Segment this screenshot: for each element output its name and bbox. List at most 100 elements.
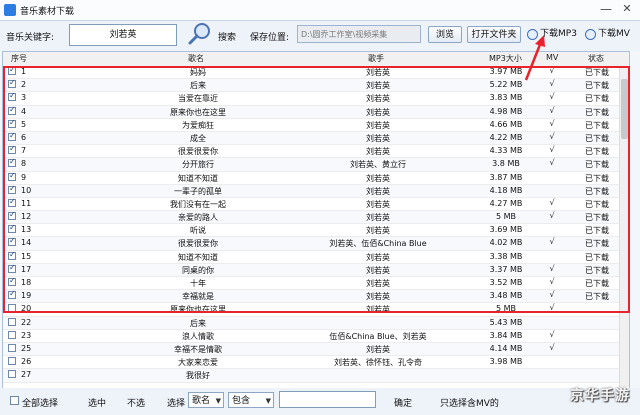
row-number: 11 xyxy=(21,198,32,208)
table-row[interactable]: 5 为爱痴狂 刘若英 4.66 MB √ 已下载 xyxy=(3,118,629,132)
mv-indicator: √ xyxy=(549,145,555,155)
search-icon[interactable] xyxy=(187,22,213,46)
row-number: 27 xyxy=(21,370,32,380)
song-name: 浪人情歌 xyxy=(182,331,214,341)
song-name: 知道不知道 xyxy=(178,252,218,262)
table-row[interactable]: 27 我很好 xyxy=(3,369,629,383)
app-icon xyxy=(4,4,16,16)
select-checked-button[interactable]: 选中 xyxy=(88,396,106,409)
minimize-button[interactable]: — xyxy=(599,3,613,16)
confirm-button[interactable]: 确定 xyxy=(394,396,412,409)
table-row[interactable]: 17 同桌的你 刘若英 3.37 MB √ 已下载 xyxy=(3,263,629,277)
row-checkbox[interactable] xyxy=(8,330,16,339)
select-none-button[interactable]: 不选 xyxy=(127,396,145,409)
only-mv-button[interactable]: 只选择含MV的 xyxy=(440,396,499,409)
row-checkbox[interactable] xyxy=(8,276,16,286)
download-status: 已下载 xyxy=(585,265,609,275)
row-checkbox[interactable] xyxy=(8,343,16,352)
table-row[interactable]: 4 原来你也在这里 刘若英 4.98 MB √ 已下载 xyxy=(3,105,629,119)
header-index[interactable]: 序号 xyxy=(11,53,27,64)
singer-name: 刘若英 xyxy=(366,133,390,143)
download-mv-button[interactable]: 下载MV xyxy=(585,26,635,43)
singer-name: 刘若英 xyxy=(366,68,390,77)
vertical-scrollbar[interactable] xyxy=(619,67,629,387)
select-all-checkbox[interactable] xyxy=(10,396,19,405)
row-number: 23 xyxy=(21,330,32,340)
row-checkbox[interactable] xyxy=(8,263,16,273)
table-row[interactable]: 19 幸福就是 刘若英 3.48 MB √ 已下载 xyxy=(3,289,629,304)
row-checkbox[interactable] xyxy=(8,197,16,207)
table-row[interactable]: 7 很爱很爱你 刘若英 4.33 MB √ 已下载 xyxy=(3,144,629,159)
singer-name: 刘若英 xyxy=(366,94,390,104)
download-status: 已下载 xyxy=(585,186,609,196)
mp3-size: 3.69 MB xyxy=(489,225,523,235)
singer-name: 刘若英、伍佰&China Blue xyxy=(329,239,427,249)
mp3-size: 3.38 MB xyxy=(489,251,523,261)
row-checkbox[interactable] xyxy=(8,210,16,221)
row-checkbox[interactable] xyxy=(8,65,16,75)
download-status: 已下载 xyxy=(585,107,609,117)
table-row[interactable]: 14 很爱很爱你 刘若英、伍佰&China Blue 4.02 MB √ 已下载 xyxy=(3,236,629,251)
field-select[interactable]: 歌名 ▼ xyxy=(188,392,224,408)
song-name: 为爱痴狂 xyxy=(182,120,214,130)
row-checkbox[interactable] xyxy=(8,144,16,155)
row-checkbox[interactable] xyxy=(8,157,16,168)
browse-button[interactable]: 浏览 xyxy=(428,26,462,43)
download-status: 已下载 xyxy=(585,292,609,302)
scrollbar-thumb[interactable] xyxy=(621,79,628,139)
table-row[interactable]: 23 浪人情歌 伍佰&China Blue、刘若英 3.84 MB √ xyxy=(3,330,629,343)
row-checkbox[interactable] xyxy=(8,78,16,89)
table-row[interactable]: 6 成全 刘若英 4.22 MB √ 已下载 xyxy=(3,131,629,146)
header-singer[interactable]: 歌手 xyxy=(368,53,384,64)
table-row[interactable]: 15 知道不知道 刘若英 3.38 MB 已下载 xyxy=(3,250,629,264)
table-row[interactable]: 18 十年 刘若英 3.52 MB √ 已下载 xyxy=(3,276,629,291)
row-checkbox[interactable] xyxy=(8,91,16,102)
row-checkbox[interactable] xyxy=(8,118,16,128)
table-row[interactable]: 11 我们没有在一起 刘若英 4.27 MB √ 已下载 xyxy=(3,197,629,212)
download-status: 已下载 xyxy=(585,199,609,209)
row-checkbox[interactable] xyxy=(8,304,16,313)
table-row[interactable]: 22 后来 5.43 MB xyxy=(3,316,629,330)
row-checkbox[interactable] xyxy=(8,317,16,326)
table-row[interactable]: 26 大家来恋爱 刘若英、徐怀钰、孔令奇 3.98 MB xyxy=(3,356,629,370)
row-checkbox[interactable] xyxy=(8,370,16,379)
row-checkbox[interactable] xyxy=(8,105,16,115)
table-row[interactable]: 9 知道不知道 刘若英 3.87 MB 已下载 xyxy=(3,171,629,185)
table-row[interactable]: 25 幸福不是情歌 刘若英 4.14 MB √ xyxy=(3,342,629,357)
mp3-size: 5 MB xyxy=(495,212,517,222)
row-checkbox[interactable] xyxy=(8,357,16,366)
save-path-input[interactable]: D:\圆乔工作室\视频采集 xyxy=(297,25,421,43)
row-checkbox[interactable] xyxy=(8,184,16,194)
table-row[interactable]: 12 亲爱的路人 刘若英 5 MB √ 已下载 xyxy=(3,210,629,225)
header-size[interactable]: MP3大小 xyxy=(489,53,522,64)
mp3-size: 3.83 MB xyxy=(489,93,523,103)
table-row[interactable]: 3 当爱在靠近 刘若英 3.83 MB √ 已下载 xyxy=(3,91,629,106)
row-checkbox[interactable] xyxy=(8,171,16,181)
row-checkbox[interactable] xyxy=(8,223,16,234)
header-status[interactable]: 状态 xyxy=(588,53,604,64)
table-row[interactable]: 8 分开旅行 刘若英、黄立行 3.8 MB √ 已下载 xyxy=(3,157,629,172)
row-checkbox[interactable] xyxy=(8,236,16,247)
row-checkbox[interactable] xyxy=(8,131,16,141)
mode-select[interactable]: 包含 ▼ xyxy=(228,392,274,408)
mv-indicator: √ xyxy=(549,303,555,313)
row-checkbox[interactable] xyxy=(8,289,16,300)
download-status: 已下载 xyxy=(585,120,609,130)
table-row[interactable]: 20 原来你也在这里 刘若英 5 MB √ xyxy=(3,303,629,317)
open-folder-button[interactable]: 打开文件夹 xyxy=(467,26,521,43)
download-status: 已下载 xyxy=(585,94,609,104)
singer-name: 刘若英 xyxy=(366,292,390,302)
table-row[interactable]: 13 听说 刘若英 3.69 MB 已下载 xyxy=(3,223,629,238)
search-label[interactable]: 搜索 xyxy=(218,30,236,43)
table-row[interactable]: 10 一辈子的孤单 刘若英 4.18 MB 已下载 xyxy=(3,184,629,198)
download-status: 已下载 xyxy=(585,252,609,262)
filter-input[interactable] xyxy=(279,391,376,408)
header-name[interactable]: 歌名 xyxy=(188,53,204,64)
close-button[interactable]: ✕ xyxy=(620,3,634,16)
row-checkbox[interactable] xyxy=(8,250,16,260)
song-name: 一辈子的孤单 xyxy=(174,186,222,196)
row-number: 1 xyxy=(21,67,27,76)
select-label: 选择 xyxy=(167,399,186,409)
select-all-label[interactable]: 全部选择 xyxy=(22,396,58,409)
keyword-input[interactable]: 刘若英 xyxy=(69,24,177,46)
